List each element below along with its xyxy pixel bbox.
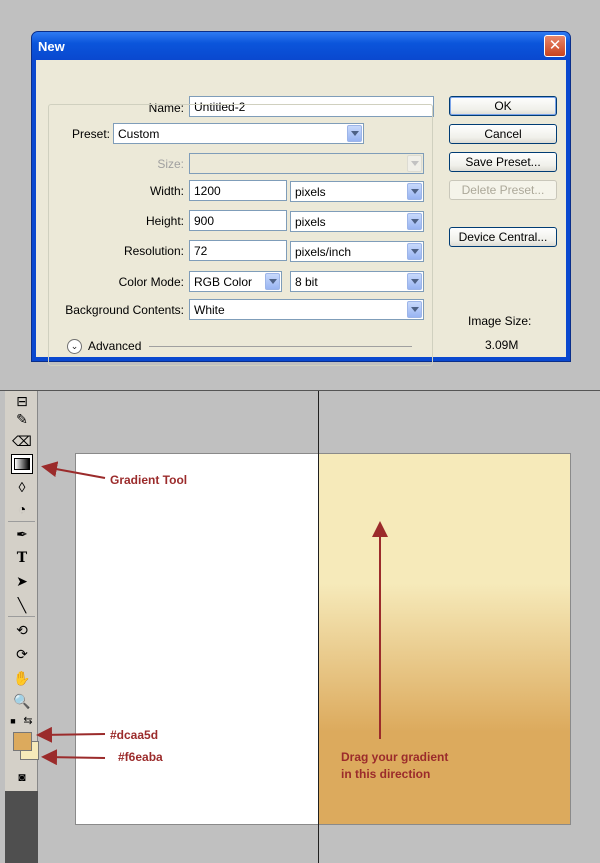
chevron-down-icon[interactable] (407, 273, 422, 290)
bg-color-annotation: #f6eaba (118, 750, 163, 764)
resolution-unit-select[interactable]: pixels/inch (290, 241, 424, 262)
chevron-down-icon[interactable] (407, 183, 422, 200)
close-icon: ✕ (548, 37, 562, 54)
drag-annotation-line2: in this direction (341, 767, 431, 781)
width-unit-value: pixels (295, 185, 326, 199)
chevron-down-icon[interactable] (347, 125, 362, 142)
background-contents-select[interactable]: White (189, 299, 424, 320)
dialog-title-bar[interactable]: New ✕ (32, 32, 570, 60)
device-central-button[interactable]: Device Central... (449, 227, 557, 247)
preset-value: Custom (118, 127, 160, 141)
advanced-label: Advanced (88, 339, 142, 353)
color-mode-label: Color Mode: (118, 275, 184, 289)
ok-button[interactable]: OK (449, 96, 557, 116)
width-input[interactable]: 1200 (189, 180, 287, 201)
fg-color-annotation: #dcaa5d (110, 728, 159, 742)
background-contents-value: White (194, 303, 225, 317)
new-document-dialog: New ✕ Name: Untitled-2 Preset: Custom Si… (31, 31, 571, 366)
resolution-input[interactable]: 72 (189, 240, 287, 261)
resolution-unit-value: pixels/inch (295, 245, 352, 259)
width-label: Width: (149, 184, 184, 198)
save-preset-button[interactable]: Save Preset... (449, 152, 557, 172)
size-select[interactable] (189, 153, 424, 174)
color-mode-select[interactable]: RGB Color (189, 271, 282, 292)
photoshop-workspace: ⊟ ✎ ⌫ ◊ ◔ ✒ T ➤ ╲ ⟲ ⟳ ✋ 🔍 ■ ⇆ ◙ Gradient… (0, 390, 600, 863)
dialog-title: New (38, 39, 65, 54)
height-unit-select[interactable]: pixels (290, 211, 424, 232)
bit-depth-select[interactable]: 8 bit (290, 271, 424, 292)
image-size-value: 3.09M (485, 338, 519, 352)
background-contents-label: Background Contents: (65, 303, 184, 317)
resolution-label: Resolution: (123, 244, 184, 258)
height-unit-value: pixels (295, 215, 326, 229)
image-size-label: Image Size: (468, 314, 532, 328)
chevron-down-icon[interactable] (407, 243, 422, 260)
gradient-tool-arrow (41, 461, 106, 479)
bg-color-arrow (41, 749, 106, 766)
chevron-down-icon[interactable] (407, 213, 422, 230)
height-input[interactable]: 900 (189, 210, 287, 231)
delete-preset-button[interactable]: Delete Preset... (449, 180, 557, 200)
width-unit-select[interactable]: pixels (290, 181, 424, 202)
preset-select[interactable]: Custom (113, 123, 364, 144)
advanced-toggle-icon[interactable]: ⌄ (67, 339, 82, 354)
drag-annotation-line1: Drag your gradient (341, 750, 449, 764)
height-label: Height: (145, 214, 184, 228)
chevron-down-icon[interactable] (407, 301, 422, 318)
fg-color-arrow (36, 726, 106, 743)
color-mode-value: RGB Color (194, 275, 253, 289)
preset-label: Preset: (58, 127, 110, 141)
bit-depth-value: 8 bit (295, 275, 318, 289)
advanced-divider (149, 346, 412, 347)
gradient-tool-annotation: Gradient Tool (110, 473, 188, 487)
chevron-down-icon[interactable] (407, 155, 422, 172)
close-button[interactable]: ✕ (544, 35, 566, 57)
cancel-button[interactable]: Cancel (449, 124, 557, 144)
dialog-client: Name: Untitled-2 Preset: Custom Size: Wi… (36, 60, 566, 366)
annotation-arrows (36, 461, 388, 766)
size-label: Size: (157, 157, 184, 171)
chevron-down-icon[interactable] (265, 273, 280, 290)
